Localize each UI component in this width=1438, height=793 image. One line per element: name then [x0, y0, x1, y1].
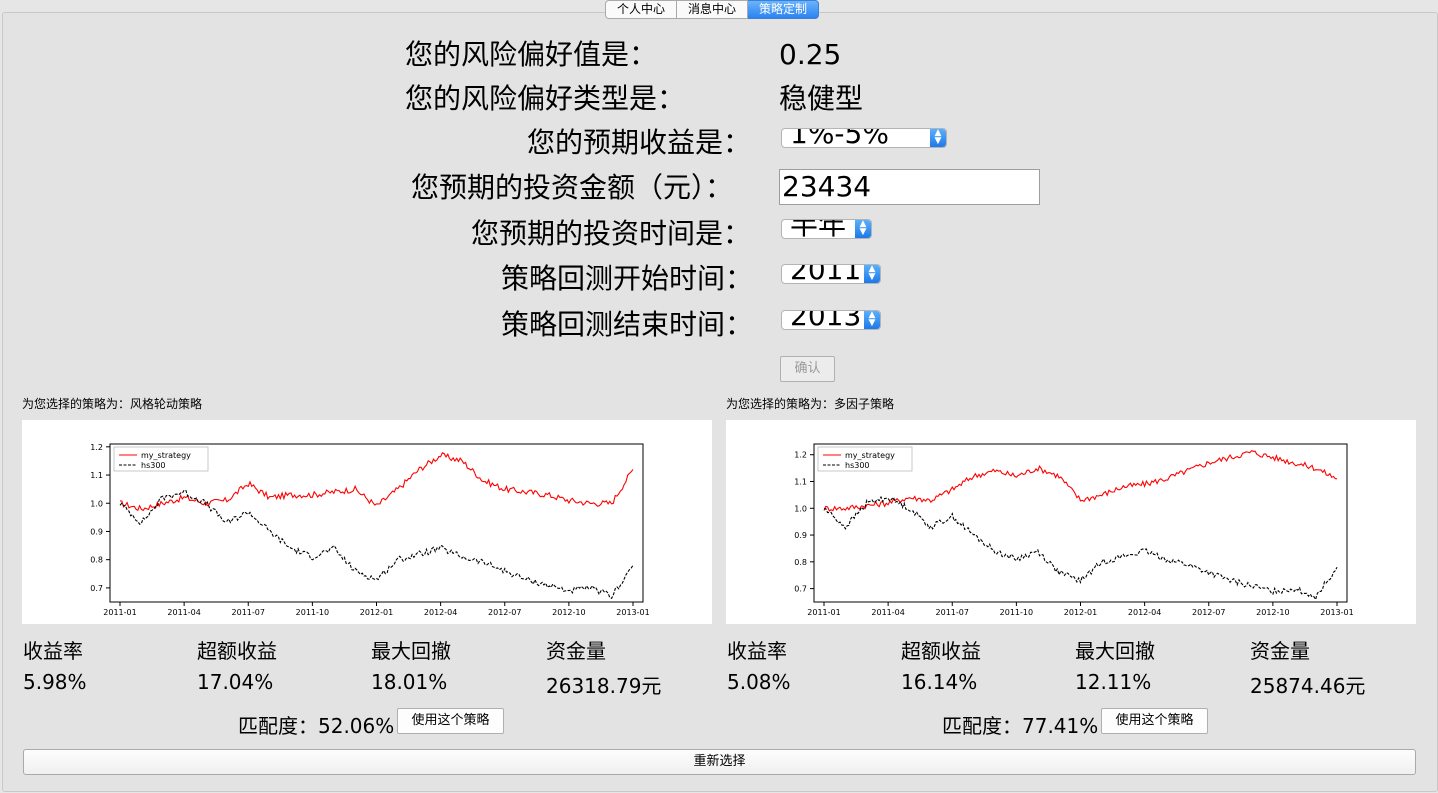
stat-drawdown: 18.01%	[371, 670, 448, 694]
stat-header-return: 收益率	[727, 639, 787, 663]
amount-label: 您预期的投资金额（元）：	[411, 171, 734, 204]
x-tick-label: 2012-07	[488, 608, 521, 617]
y-tick-label: 0.8	[90, 556, 103, 565]
x-tick-label: 2013-01	[616, 608, 649, 617]
x-tick-label: 2011-07	[232, 608, 265, 617]
x-tick-label: 2012-07	[1192, 608, 1225, 617]
tab-personal-center[interactable]: 个人中心	[605, 0, 678, 19]
stat-header-excess: 超额收益	[197, 639, 277, 663]
x-tick-label: 2012-04	[424, 608, 457, 617]
y-tick-label: 0.7	[90, 584, 103, 593]
backtest-end-label: 策略回测结束时间：	[501, 308, 754, 341]
select-arrows-icon: ▲ ▼	[864, 265, 880, 283]
reselect-button[interactable]: 重新选择	[23, 749, 1416, 775]
stat-capital: 26318.79元	[546, 674, 662, 698]
stat-excess: 17.04%	[197, 670, 274, 694]
x-tick-label: 2012-10	[552, 608, 585, 617]
stat-excess: 16.14%	[901, 670, 978, 694]
expected-return-label: 您的预期收益是：	[527, 126, 752, 159]
stat-return: 5.98%	[23, 670, 87, 694]
y-tick-label: 0.7	[794, 585, 807, 594]
risk-type-label: 您的风险偏好类型是：	[405, 82, 686, 115]
backtest-start-label: 策略回测开始时间：	[501, 262, 754, 295]
y-tick-label: 1.0	[90, 499, 103, 508]
stat-drawdown: 12.11%	[1075, 670, 1152, 694]
duration-select[interactable]: 半年 ▲ ▼	[781, 219, 872, 239]
legend-label: my_strategy	[141, 451, 191, 460]
duration-label: 您预期的投资时间是：	[471, 217, 752, 250]
select-arrows-icon: ▲ ▼	[855, 220, 871, 238]
stat-header-capital: 资金量	[1250, 639, 1310, 663]
stat-header-return: 收益率	[23, 639, 83, 663]
x-tick-label: 2012-10	[1256, 608, 1289, 617]
tab-bar: 个人中心 消息中心 策略定制	[605, 0, 820, 19]
backtest-line-chart: 0.7 0.8 0.9 1.0 1.1 1.2 2011-01 2011-04 2011-07 2…	[90, 443, 649, 617]
x-tick-label: 2011-04	[871, 608, 904, 617]
y-tick-label: 1.0	[794, 504, 807, 513]
strategy-caption: 为您选择的策略为：多因子策略	[726, 397, 895, 411]
y-tick-label: 1.2	[90, 443, 103, 452]
match-score: 匹配度：77.41%	[942, 714, 1099, 738]
stat-header-drawdown: 最大回撤	[1075, 639, 1155, 663]
x-tick-label: 2011-01	[103, 608, 136, 617]
series-line-hs300	[823, 495, 1338, 601]
expected-return-value: 1%-5%	[790, 128, 889, 148]
stat-return: 5.08%	[727, 670, 791, 694]
x-tick-label: 2011-07	[936, 608, 969, 617]
legend-label: hs300	[141, 461, 166, 470]
strategy-chart: 0.7 0.8 0.9 1.0 1.1 1.2 2011-01 2011-04 2011-07 2…	[22, 420, 712, 624]
tab-strategy-custom[interactable]: 策略定制	[748, 0, 820, 19]
backtest-line-chart: 0.7 0.8 0.9 1.0 1.1 1.2 2011-01 2011-04 2011-07 2…	[794, 443, 1354, 617]
legend-label: my_strategy	[845, 451, 895, 460]
stat-header-excess: 超额收益	[901, 639, 981, 663]
risk-type: 稳健型	[779, 82, 864, 115]
stat-capital: 25874.46元	[1250, 674, 1366, 698]
match-score: 匹配度：52.06%	[238, 714, 395, 738]
backtest-start-value: 2011	[790, 264, 862, 284]
select-arrows-icon: ▲ ▼	[930, 129, 946, 147]
confirm-button[interactable]: 确认	[780, 356, 835, 382]
x-tick-label: 2011-10	[296, 608, 329, 617]
risk-value: 0.25	[779, 38, 842, 71]
x-tick-label: 2013-01	[1320, 608, 1353, 617]
use-strategy-button[interactable]: 使用这个策略	[397, 708, 504, 734]
legend-label: hs300	[845, 461, 870, 470]
x-tick-label: 2012-01	[1064, 608, 1097, 617]
strategy-caption: 为您选择的策略为：风格轮动策略	[22, 397, 203, 411]
stat-header-capital: 资金量	[546, 639, 606, 663]
backtest-end-value: 2013	[790, 310, 862, 330]
x-tick-label: 2011-10	[1000, 608, 1033, 617]
use-strategy-button[interactable]: 使用这个策略	[1101, 708, 1208, 734]
y-tick-label: 0.9	[794, 531, 807, 540]
backtest-end-select[interactable]: 2013 ▲ ▼	[781, 310, 881, 330]
amount-input[interactable]	[779, 169, 1040, 205]
stat-header-drawdown: 最大回撤	[371, 639, 451, 663]
tab-message-center[interactable]: 消息中心	[677, 0, 749, 19]
duration-value: 半年	[790, 219, 847, 239]
series-line-hs300	[119, 489, 634, 599]
risk-value-label: 您的风险偏好值是：	[405, 38, 658, 71]
x-tick-label: 2012-04	[1128, 608, 1161, 617]
y-tick-label: 1.2	[794, 451, 807, 460]
y-tick-label: 0.9	[90, 527, 103, 536]
x-tick-label: 2011-01	[807, 608, 840, 617]
expected-return-select[interactable]: 1%-5% ▲ ▼	[781, 128, 947, 148]
backtest-start-select[interactable]: 2011 ▲ ▼	[781, 264, 881, 284]
y-tick-label: 0.8	[794, 558, 807, 567]
select-arrows-icon: ▲ ▼	[864, 311, 880, 329]
y-tick-label: 1.1	[794, 477, 807, 486]
x-tick-label: 2011-04	[167, 608, 200, 617]
strategy-chart: 0.7 0.8 0.9 1.0 1.1 1.2 2011-01 2011-04 2011-07 2…	[726, 420, 1416, 624]
x-tick-label: 2012-01	[360, 608, 393, 617]
y-tick-label: 1.1	[90, 471, 103, 480]
